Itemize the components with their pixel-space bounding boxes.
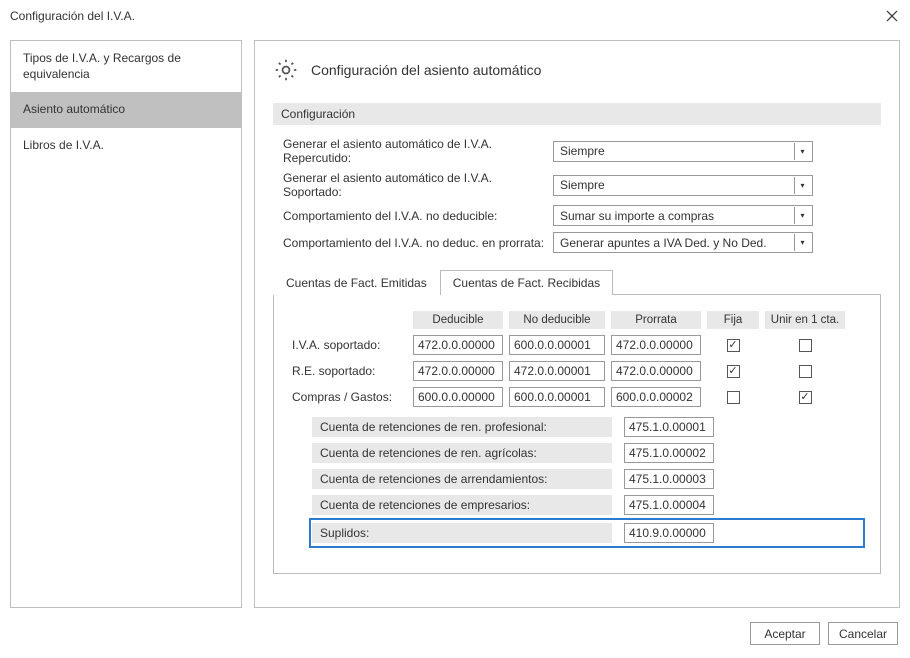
header-deducible: Deducible	[413, 311, 503, 329]
sidebar: Tipos de I.V.A. y Recargos de equivalenc…	[10, 40, 242, 608]
input-prorrata[interactable]: 600.0.0.00002	[611, 387, 701, 407]
retencion-row: Suplidos: 410.9.0.00000	[312, 521, 862, 545]
retencion-label: Cuenta de retenciones de arrendamientos:	[312, 469, 612, 489]
sidebar-item-tipos[interactable]: Tipos de I.V.A. y Recargos de equivalenc…	[11, 41, 241, 92]
chevron-down-icon: ▾	[794, 207, 810, 224]
titlebar: Configuración del I.V.A.	[0, 0, 910, 30]
gear-icon	[273, 57, 299, 83]
select-prorrata[interactable]: Generar apuntes a IVA Ded. y No Ded. ▾	[553, 232, 813, 253]
checkbox-fija[interactable]: ✓	[727, 339, 740, 352]
grid-row: Compras / Gastos: 600.0.0.00000 600.0.0.00…	[292, 387, 862, 407]
tab-emitidas[interactable]: Cuentas de Fact. Emitidas	[273, 270, 440, 295]
tab-panel: Deducible No deducible Prorrata Fija Uni…	[273, 295, 881, 574]
group-header: Configuración	[273, 103, 881, 125]
retencion-label: Suplidos:	[312, 523, 612, 543]
row-label: Compras / Gastos:	[292, 390, 407, 404]
input-retencion[interactable]: 475.1.0.00004	[624, 495, 714, 515]
select-value: Siempre	[560, 178, 605, 192]
tab-label: Cuentas de Fact. Emitidas	[286, 276, 427, 290]
input-retencion[interactable]: 410.9.0.00000	[624, 523, 714, 543]
config-label: Generar el asiento automático de I.V.A. …	[273, 137, 553, 165]
sidebar-item-label: Asiento automático	[23, 102, 125, 116]
accept-button[interactable]: Aceptar	[750, 622, 820, 645]
retencion-label: Cuenta de retenciones de empresarios:	[312, 495, 612, 515]
retencion-label: Cuenta de retenciones de ren. profesiona…	[312, 417, 612, 437]
checkbox-unir[interactable]	[799, 365, 812, 378]
content-panel: Configuración del asiento automático Con…	[254, 40, 900, 608]
retencion-label: Cuenta de retenciones de ren. agrícolas:	[312, 443, 612, 463]
footer: Aceptar Cancelar	[0, 616, 910, 655]
sidebar-item-libros[interactable]: Libros de I.V.A.	[11, 128, 241, 164]
checkbox-unir[interactable]	[799, 339, 812, 352]
chevron-down-icon: ▾	[794, 234, 810, 251]
button-label: Aceptar	[764, 627, 805, 641]
header-empty	[292, 317, 407, 323]
input-retencion[interactable]: 475.1.0.00001	[624, 417, 714, 437]
retencion-row: Cuenta de retenciones de ren. agrícolas:…	[312, 443, 862, 463]
tab-recibidas[interactable]: Cuentas de Fact. Recibidas	[440, 270, 613, 295]
sidebar-item-label: Tipos de I.V.A. y Recargos de equivalenc…	[23, 51, 181, 81]
config-label: Comportamiento del I.V.A. no deduc. en p…	[273, 236, 553, 250]
header-unir: Unir en 1 cta.	[765, 311, 845, 329]
retencion-row: Cuenta de retenciones de arrendamientos:…	[312, 469, 862, 489]
select-repercutido[interactable]: Siempre ▾	[553, 141, 813, 162]
input-deducible[interactable]: 472.0.0.00000	[413, 335, 503, 355]
config-label: Comportamiento del I.V.A. no deducible:	[273, 209, 553, 223]
checkbox-fija[interactable]: ✓	[727, 365, 740, 378]
select-no-deducible[interactable]: Sumar su importe a compras ▾	[553, 205, 813, 226]
retencion-row: Cuenta de retenciones de ren. profesiona…	[312, 417, 862, 437]
input-retencion[interactable]: 475.1.0.00002	[624, 443, 714, 463]
tabs: Cuentas de Fact. Emitidas Cuentas de Fac…	[273, 269, 881, 295]
chevron-down-icon: ▾	[794, 143, 810, 160]
input-no-deducible[interactable]: 600.0.0.00001	[509, 387, 605, 407]
grid-row: R.E. soportado: 472.0.0.00000 472.0.0.0000…	[292, 361, 862, 381]
sidebar-item-asiento[interactable]: Asiento automático	[11, 92, 241, 128]
input-prorrata[interactable]: 472.0.0.00000	[611, 335, 701, 355]
cancel-button[interactable]: Cancelar	[828, 622, 898, 645]
header-prorrata: Prorrata	[611, 311, 701, 329]
chevron-down-icon: ▾	[794, 177, 810, 194]
select-value: Siempre	[560, 144, 605, 158]
row-label: R.E. soportado:	[292, 364, 407, 378]
input-no-deducible[interactable]: 600.0.0.00001	[509, 335, 605, 355]
config-label: Generar el asiento automático de I.V.A. …	[273, 171, 553, 199]
select-soportado[interactable]: Siempre ▾	[553, 175, 813, 196]
input-deducible[interactable]: 472.0.0.00000	[413, 361, 503, 381]
section-title: Configuración del asiento automático	[311, 62, 541, 78]
sidebar-item-label: Libros de I.V.A.	[23, 138, 104, 152]
input-no-deducible[interactable]: 472.0.0.00001	[509, 361, 605, 381]
tab-label: Cuentas de Fact. Recibidas	[453, 276, 600, 290]
grid-row: I.V.A. soportado: 472.0.0.00000 600.0.0.00…	[292, 335, 862, 355]
select-value: Generar apuntes a IVA Ded. y No Ded.	[560, 236, 767, 250]
header-fija: Fija	[707, 311, 759, 329]
button-label: Cancelar	[839, 627, 887, 641]
row-label: I.V.A. soportado:	[292, 338, 407, 352]
window-title: Configuración del I.V.A.	[10, 9, 135, 23]
input-retencion[interactable]: 475.1.0.00003	[624, 469, 714, 489]
header-no-deducible: No deducible	[509, 311, 605, 329]
checkbox-unir[interactable]: ✓	[799, 391, 812, 404]
input-prorrata[interactable]: 472.0.0.00000	[611, 361, 701, 381]
input-deducible[interactable]: 600.0.0.00000	[413, 387, 503, 407]
select-value: Sumar su importe a compras	[560, 209, 714, 223]
checkbox-fija[interactable]	[727, 391, 740, 404]
close-icon[interactable]	[884, 8, 900, 24]
retencion-row: Cuenta de retenciones de empresarios: 475…	[312, 495, 862, 515]
